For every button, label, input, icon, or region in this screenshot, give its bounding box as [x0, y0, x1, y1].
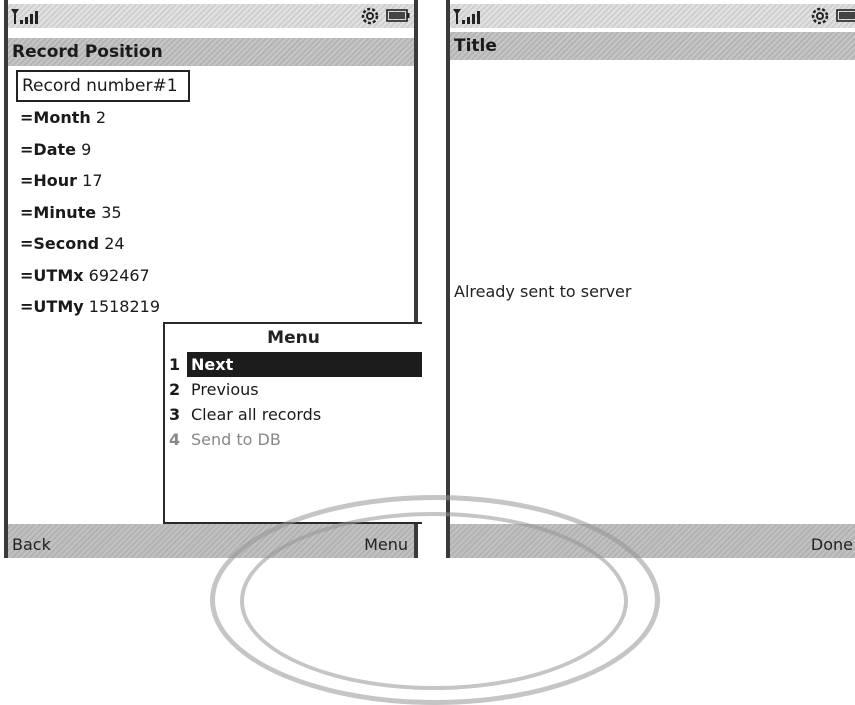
done-softkey[interactable]: Done	[811, 528, 853, 562]
utmy-row: =UTMy 1518219	[20, 297, 161, 316]
menu-item-previous[interactable]: 2 Previous	[165, 377, 422, 402]
settings-icon	[361, 7, 379, 25]
signal-icon	[453, 9, 480, 24]
menu-title: Menu	[267, 328, 320, 348]
utmx-row: =UTMx 692467	[20, 266, 150, 285]
softkey-bar: Back Menu	[8, 524, 414, 558]
second-row: =Second 24	[20, 234, 125, 253]
battery-icon	[836, 9, 855, 22]
hour-row: =Hour 17	[20, 171, 103, 190]
signal-icon	[11, 9, 38, 24]
month-row: =Month 2	[20, 108, 107, 127]
right-phone-screen: Title Already sent to server Done	[446, 0, 855, 558]
status-bar	[8, 4, 414, 28]
menu-item-send-to-db[interactable]: 4 Send to DB	[165, 427, 422, 452]
screen-title: Title	[450, 32, 855, 60]
status-message: Already sent to server	[454, 282, 632, 301]
status-bar	[450, 4, 855, 28]
settings-icon	[811, 7, 829, 25]
minute-row: =Minute 35	[20, 203, 122, 222]
screen-title: Record Position	[8, 38, 414, 66]
menu-item-clear-all-records[interactable]: 3 Clear all records	[165, 402, 422, 427]
softkey-bar: Done	[450, 524, 855, 558]
back-softkey[interactable]: Back	[12, 528, 51, 562]
battery-icon	[386, 9, 410, 22]
menu-softkey[interactable]: Menu	[364, 528, 408, 562]
left-phone-screen: Record Position Record number#1 =Month 2…	[4, 0, 422, 558]
date-row: =Date 9	[20, 140, 92, 159]
record-number-field[interactable]: Record number#1	[16, 70, 190, 102]
options-menu: Menu 1 Next 2 Previous 3 Clear all recor…	[163, 322, 422, 524]
menu-item-next[interactable]: 1 Next	[165, 352, 422, 377]
